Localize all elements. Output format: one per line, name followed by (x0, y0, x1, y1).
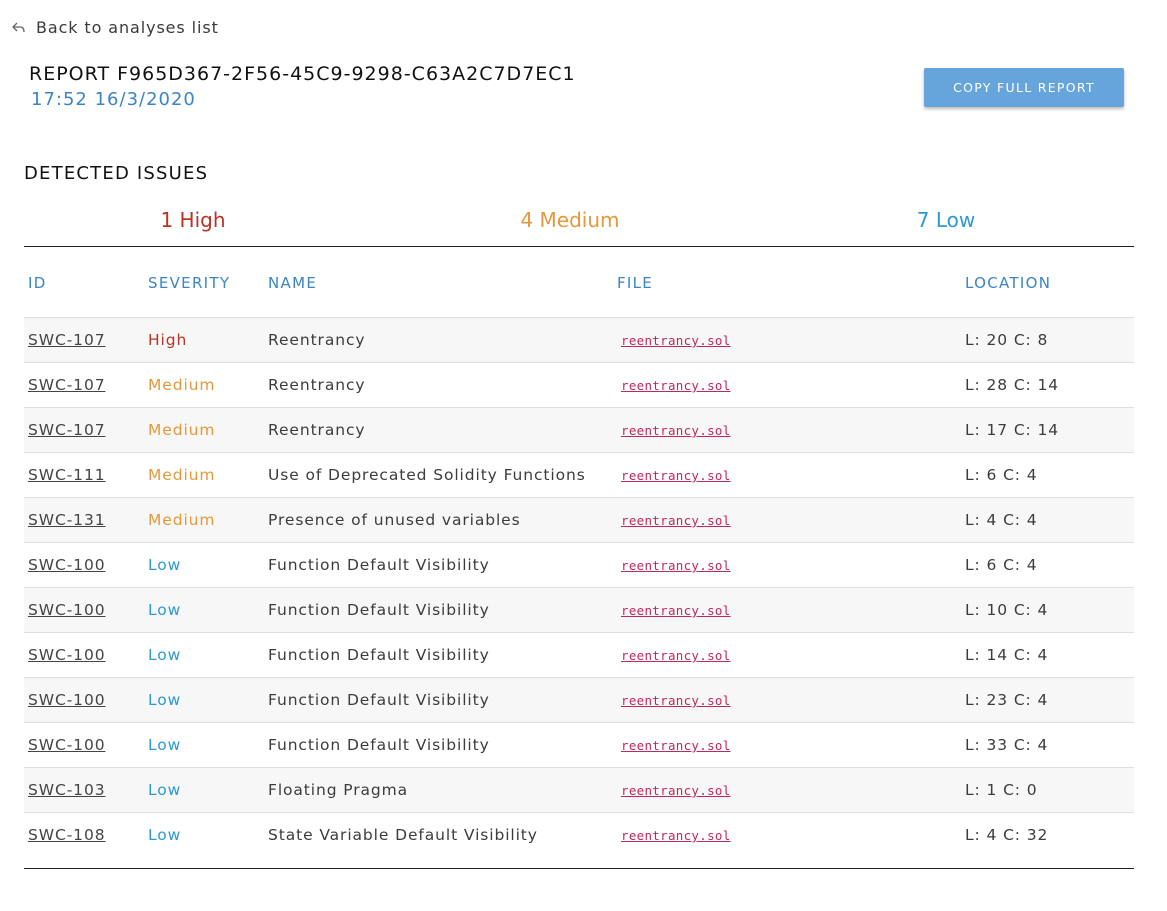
table-row: SWC-100 Low Function Default Visibility ree… (24, 723, 1134, 768)
back-link-label: Back to analyses list (36, 18, 219, 37)
table-row: SWC-100 Low Function Default Visibility ree… (24, 588, 1134, 633)
file-link[interactable]: reentrancy.sol (621, 333, 731, 348)
issue-location: L: 20 C: 8 (965, 331, 1049, 349)
severity-label: Low (148, 646, 182, 664)
issue-location: L: 23 C: 4 (965, 691, 1049, 709)
file-link[interactable]: reentrancy.sol (621, 558, 731, 573)
table-header: ID SEVERITY NAME FILE LOCATION (24, 248, 1134, 318)
severity-label: Low (148, 556, 182, 574)
file-link[interactable]: reentrancy.sol (621, 378, 731, 393)
issue-id-link[interactable]: SWC-108 (28, 826, 105, 844)
issue-location: L: 33 C: 4 (965, 736, 1049, 754)
severity-label: Medium (148, 466, 216, 484)
issue-id-link[interactable]: SWC-100 (28, 736, 105, 754)
table-row: SWC-107 Medium Reentrancy reentrancy.sol L: … (24, 363, 1134, 408)
header-id: ID (28, 274, 47, 292)
issue-location: L: 28 C: 14 (965, 376, 1060, 394)
table-row: SWC-107 Medium Reentrancy reentrancy.sol L: … (24, 408, 1134, 453)
issue-name: Function Default Visibility (268, 601, 490, 619)
high-count: 1 High (160, 208, 226, 232)
issue-id-link[interactable]: SWC-107 (28, 376, 105, 394)
issue-location: L: 6 C: 4 (965, 556, 1038, 574)
detected-issues-heading: DETECTED ISSUES (24, 163, 209, 184)
issue-name: Function Default Visibility (268, 646, 490, 664)
table-row: SWC-111 Medium Use of Deprecated Solidity … (24, 453, 1134, 498)
issue-name: Use of Deprecated Solidity Functions (268, 466, 586, 484)
table-row: SWC-100 Low Function Default Visibility ree… (24, 633, 1134, 678)
issue-id-link[interactable]: SWC-111 (28, 466, 105, 484)
issue-name: Function Default Visibility (268, 736, 490, 754)
severity-label: Medium (148, 376, 216, 394)
header-severity: SEVERITY (148, 274, 231, 292)
table-row: SWC-131 Medium Presence of unused variable… (24, 498, 1134, 543)
file-link[interactable]: reentrancy.sol (621, 603, 731, 618)
low-count: 7 Low (916, 208, 976, 232)
report-datetime: 17:52 16/3/2020 (31, 89, 196, 110)
table-row: SWC-100 Low Function Default Visibility ree… (24, 678, 1134, 723)
issue-id-link[interactable]: SWC-107 (28, 421, 105, 439)
severity-label: Low (148, 691, 182, 709)
table-row: SWC-108 Low State Variable Default Visibil… (24, 813, 1134, 858)
severity-label: Low (148, 736, 182, 754)
issue-id-link[interactable]: SWC-100 (28, 601, 105, 619)
severity-label: High (148, 331, 188, 349)
severity-label: Medium (148, 511, 216, 529)
issue-location: L: 6 C: 4 (965, 466, 1038, 484)
report-title: REPORT F965D367-2F56-45C9-9298-C63A2C7D7… (29, 63, 576, 85)
issue-name: Reentrancy (268, 376, 366, 394)
file-link[interactable]: reentrancy.sol (621, 828, 731, 843)
header-name: NAME (268, 274, 318, 292)
table-row: SWC-107 High Reentrancy reentrancy.sol L: 20… (24, 318, 1134, 363)
issue-id-link[interactable]: SWC-100 (28, 646, 105, 664)
issue-id-link[interactable]: SWC-100 (28, 691, 105, 709)
file-link[interactable]: reentrancy.sol (621, 648, 731, 663)
file-link[interactable]: reentrancy.sol (621, 693, 731, 708)
file-link[interactable]: reentrancy.sol (621, 468, 731, 483)
issue-name: Function Default Visibility (268, 691, 490, 709)
header-file: FILE (617, 274, 654, 292)
severity-summary: 1 High 4 Medium 7 Low (24, 200, 1134, 247)
issues-table: ID SEVERITY NAME FILE LOCATION SWC-107 Hi… (24, 248, 1134, 858)
issue-name: Reentrancy (268, 331, 366, 349)
file-link[interactable]: reentrancy.sol (621, 738, 731, 753)
issue-location: L: 14 C: 4 (965, 646, 1049, 664)
severity-label: Low (148, 826, 182, 844)
reply-arrow-icon (10, 19, 28, 37)
medium-count: 4 Medium (520, 208, 620, 232)
table-bottom-divider (24, 868, 1134, 869)
issue-location: L: 1 C: 0 (965, 781, 1038, 799)
issue-location: L: 10 C: 4 (965, 601, 1049, 619)
issue-location: L: 17 C: 14 (965, 421, 1060, 439)
issue-name: Presence of unused variables (268, 511, 521, 529)
issue-name: Reentrancy (268, 421, 366, 439)
issue-name: State Variable Default Visibility (268, 826, 538, 844)
issue-location: L: 4 C: 32 (965, 826, 1049, 844)
table-body: SWC-107 High Reentrancy reentrancy.sol L: 20… (24, 318, 1134, 858)
issue-id-link[interactable]: SWC-100 (28, 556, 105, 574)
file-link[interactable]: reentrancy.sol (621, 513, 731, 528)
severity-label: Medium (148, 421, 216, 439)
issue-id-link[interactable]: SWC-107 (28, 331, 105, 349)
back-to-list-link[interactable]: Back to analyses list (10, 18, 219, 37)
copy-full-report-button[interactable]: COPY FULL REPORT (924, 68, 1124, 107)
file-link[interactable]: reentrancy.sol (621, 783, 731, 798)
table-row: SWC-103 Low Floating Pragma reentrancy.sol L… (24, 768, 1134, 813)
issue-id-link[interactable]: SWC-103 (28, 781, 105, 799)
issue-id-link[interactable]: SWC-131 (28, 511, 105, 529)
table-row: SWC-100 Low Function Default Visibility ree… (24, 543, 1134, 588)
issue-location: L: 4 C: 4 (965, 511, 1038, 529)
severity-label: Low (148, 601, 182, 619)
issue-name: Floating Pragma (268, 781, 409, 799)
severity-label: Low (148, 781, 182, 799)
file-link[interactable]: reentrancy.sol (621, 423, 731, 438)
issue-name: Function Default Visibility (268, 556, 490, 574)
header-location: LOCATION (965, 274, 1052, 292)
